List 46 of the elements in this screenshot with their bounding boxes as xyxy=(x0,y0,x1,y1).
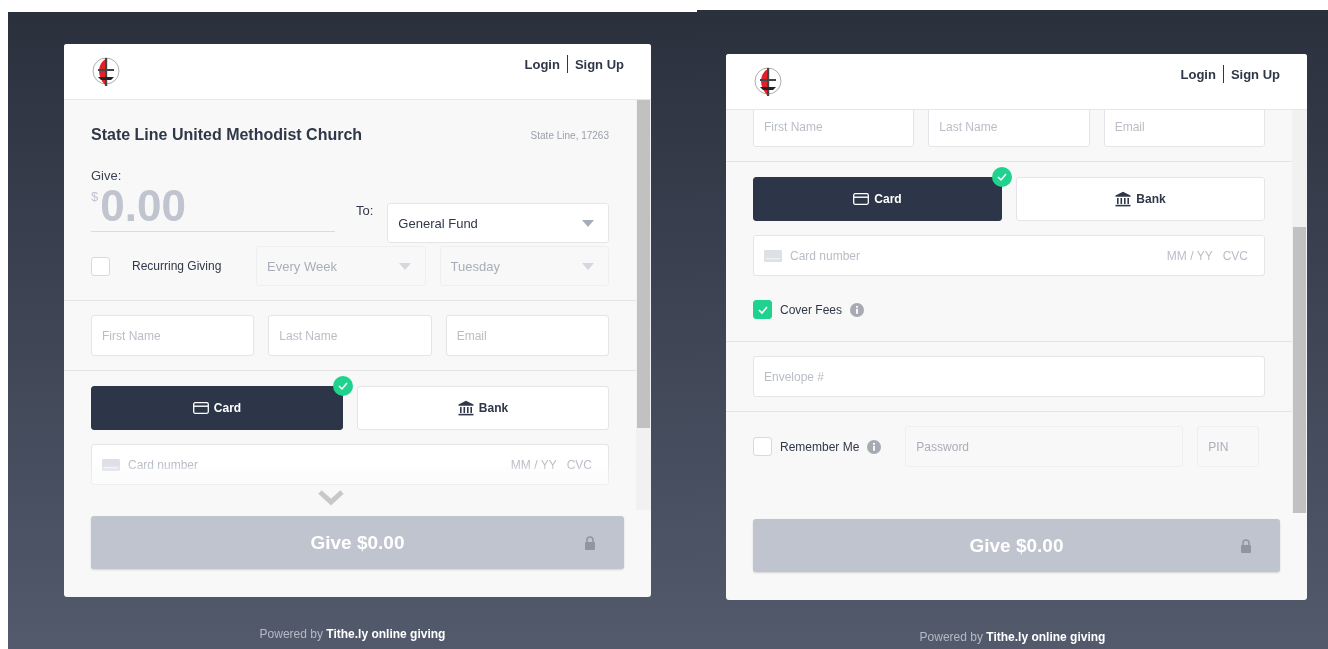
header-link[interactable]: Sign Up xyxy=(574,56,624,72)
check-badge-icon xyxy=(333,376,353,396)
fund-dropdown[interactable]: General Fund xyxy=(387,203,609,243)
header-link[interactable]: Sign Up xyxy=(1230,66,1280,82)
caret-icon xyxy=(582,262,594,270)
card-icon xyxy=(853,193,870,205)
payment-tab[interactable]: Bank xyxy=(1016,177,1265,221)
card-icon xyxy=(102,458,120,471)
checkbox-label: Cover Fees xyxy=(780,302,843,317)
lock-icon xyxy=(1240,539,1252,553)
lock-icon xyxy=(584,536,596,550)
church-location: State Line, 17263 xyxy=(530,129,609,141)
checkbox-label: Remember Me xyxy=(780,439,860,454)
info-icon[interactable] xyxy=(850,302,865,317)
input-field[interactable]: Last Name xyxy=(928,110,1090,147)
check-badge-icon xyxy=(992,167,1012,187)
envelope-field[interactable]: Envelope # xyxy=(753,356,1265,397)
checkbox[interactable] xyxy=(91,256,110,276)
caret-icon xyxy=(398,262,411,270)
bank-icon xyxy=(1115,191,1132,207)
to-label: To: xyxy=(356,203,374,218)
powered-by-text: Powered by Tithe.ly online giving xyxy=(919,630,1106,644)
payment-tab[interactable]: Bank xyxy=(357,386,609,430)
church-name: State Line United Methodist Church xyxy=(91,126,363,144)
input-field[interactable]: Email xyxy=(1103,110,1265,147)
payment-tab[interactable]: Card xyxy=(753,177,1002,221)
checkbox[interactable] xyxy=(753,437,772,456)
header-link[interactable]: Login xyxy=(1180,66,1216,82)
payment-tab[interactable]: Card xyxy=(91,386,343,430)
scrollbar[interactable] xyxy=(1292,110,1307,513)
input-field[interactable]: Email xyxy=(445,315,609,356)
caret-icon xyxy=(582,219,594,227)
header-link[interactable]: Login xyxy=(524,56,560,72)
card-icon xyxy=(192,402,209,414)
give-label: Give: xyxy=(91,168,123,183)
checkbox-label: Recurring Giving xyxy=(132,259,223,273)
bank-icon xyxy=(457,400,474,416)
checkbox[interactable] xyxy=(753,300,772,319)
scrollbar[interactable] xyxy=(636,100,651,510)
info-icon[interactable] xyxy=(867,439,882,454)
powered-by-text: Powered by Tithe.ly online giving xyxy=(259,627,446,641)
input-field[interactable]: First Name xyxy=(91,315,255,356)
input-field[interactable]: Last Name xyxy=(268,315,432,356)
chevron-down-icon[interactable] xyxy=(318,490,344,506)
input-field[interactable]: First Name xyxy=(753,110,915,147)
card-icon xyxy=(764,249,782,262)
